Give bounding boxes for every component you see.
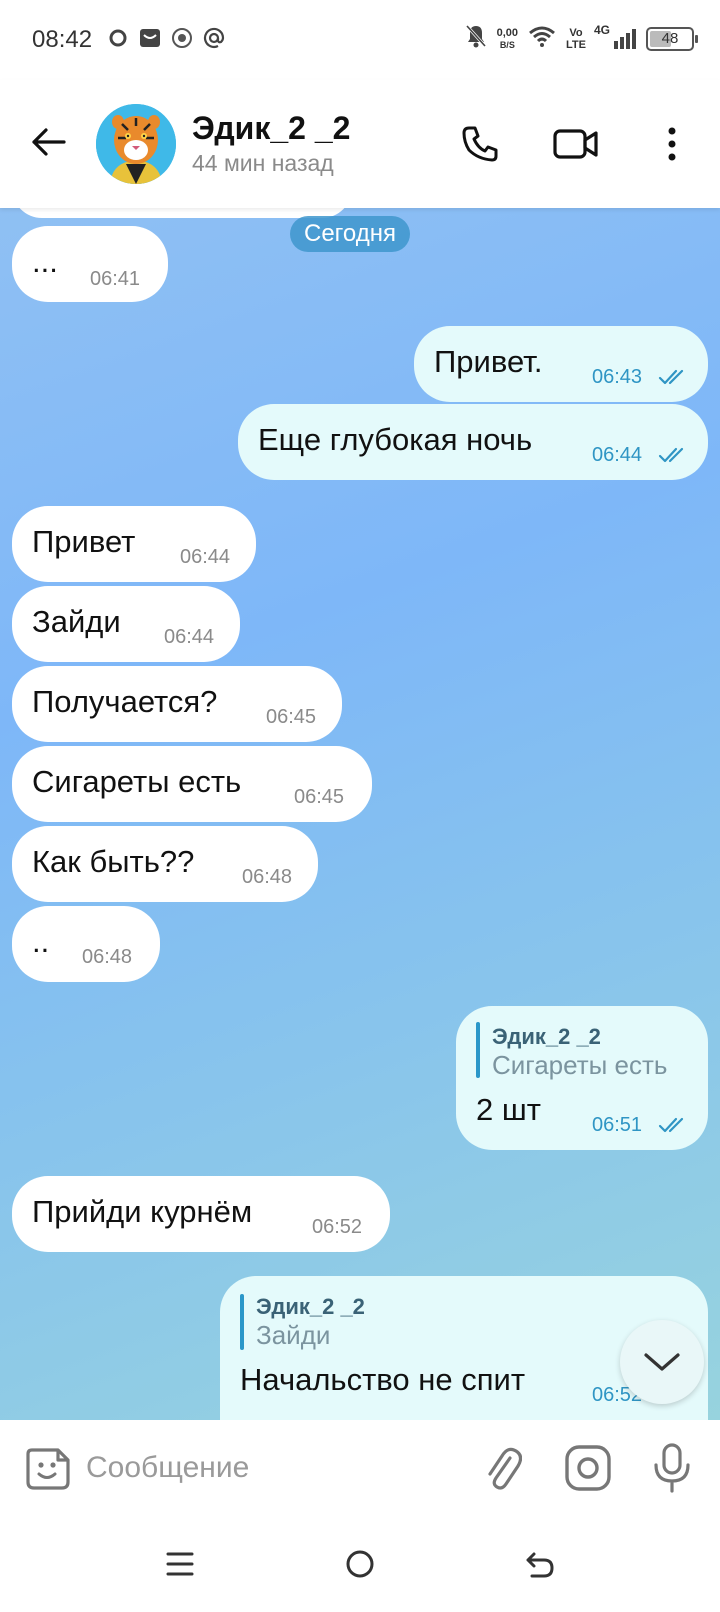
reply-quote-bar <box>476 1022 480 1078</box>
camera-button[interactable] <box>562 1442 614 1494</box>
battery-indicator: 48 <box>646 26 698 51</box>
sticker-icon <box>26 1448 70 1490</box>
message-text: .. <box>32 924 50 959</box>
tiger-avatar-icon <box>96 104 176 184</box>
reply-quote-bar <box>240 1294 244 1350</box>
message-text: Привет <box>32 524 136 559</box>
read-checks-icon <box>658 447 684 463</box>
message-bubble-incoming[interactable]: Сигареты есть 06:45 <box>12 746 372 822</box>
video-call-button[interactable] <box>550 118 602 170</box>
status-bar: 08:42 0,00 B/S Vo LTE 4G 48 <box>0 0 720 80</box>
network-speed: 0,00 B/S <box>497 27 518 51</box>
paperclip-icon <box>488 1447 522 1490</box>
status-right: 0,00 B/S Vo LTE 4G 48 <box>465 23 698 53</box>
message-input[interactable] <box>86 1446 446 1490</box>
net-speed-value: 0,00 <box>496 26 519 39</box>
signal-icon: 4G <box>594 23 636 49</box>
message-bubble-outgoing[interactable]: Еще глубокая ночь 06:44 <box>238 404 708 480</box>
message-bubble-incoming[interactable]: Как быть?? 06:48 <box>12 826 318 902</box>
message-text: Привет. <box>434 344 543 379</box>
message-time: 06:52 <box>312 1216 363 1238</box>
volte-top: Vo <box>569 26 583 39</box>
reply-quoted-text: Сигареты есть <box>492 1050 668 1080</box>
recent-apps-button[interactable] <box>156 1540 204 1588</box>
message-bubble-incoming[interactable]: .. 06:48 <box>12 906 160 982</box>
reply-author: Эдик_2 _2 <box>492 1024 601 1049</box>
message-bubble-incoming[interactable]: Привет 06:44 <box>12 506 256 582</box>
message-text: Прийди курнём <box>32 1194 253 1229</box>
message-composer <box>0 1420 720 1516</box>
message-time: 06:48 <box>82 946 133 968</box>
chat-notification-icon <box>106 26 130 50</box>
net-speed-unit: B/S <box>499 39 515 50</box>
at-sign-icon <box>202 26 226 50</box>
scroll-to-bottom-button[interactable] <box>620 1320 704 1404</box>
message-time: 06:45 <box>294 786 345 808</box>
message-time: 06:45 <box>266 706 317 728</box>
message-bubble-incoming[interactable]: ... 06:41 <box>12 226 168 302</box>
back-return-icon <box>526 1552 554 1578</box>
chat-header: Эдик_2 _2 44 мин назад <box>0 80 720 208</box>
home-button[interactable] <box>336 1540 384 1588</box>
message-time: 06:44 <box>592 444 643 466</box>
message-bubble-incoming[interactable]: Прийди курнём 06:52 <box>12 1176 390 1252</box>
attach-button[interactable] <box>476 1442 528 1494</box>
system-navigation-bar <box>0 1516 720 1612</box>
message-time: 06:44 <box>164 626 215 648</box>
microphone-icon <box>654 1443 690 1493</box>
wifi-icon <box>528 25 556 52</box>
message-text: Зайди <box>32 604 121 639</box>
notification-icons <box>106 26 226 50</box>
message-text: ... <box>32 244 58 279</box>
message-bubble-outgoing-reply[interactable]: Эдик_2 _2 Сигареты есть 2 шт 06:51 <box>456 1006 708 1150</box>
volte-indicator: Vo LTE <box>566 27 586 51</box>
chat-messages-area[interactable]: Сегодня ... 06:41 Привет. 06:43 Еще глуб… <box>0 208 720 1420</box>
mail-notification-icon <box>138 26 162 50</box>
message-bubble-incoming[interactable]: Зайди 06:44 <box>12 586 240 662</box>
last-seen-status: 44 мин назад <box>192 150 334 176</box>
voice-message-button[interactable] <box>646 1442 698 1494</box>
message-bubble-incoming[interactable]: Получается? 06:45 <box>12 666 342 742</box>
back-button[interactable] <box>26 120 70 164</box>
more-vertical-icon <box>668 127 676 161</box>
chevron-down-icon <box>644 1353 680 1371</box>
status-time: 08:42 <box>32 26 93 53</box>
read-checks-icon <box>658 369 684 385</box>
reply-quoted-text: Зайди <box>256 1320 331 1350</box>
network-type: 4G <box>594 22 611 37</box>
call-button[interactable] <box>454 118 506 170</box>
camera-icon <box>565 1445 611 1491</box>
battery-level: 48 <box>661 30 679 47</box>
mute-bell-icon <box>465 24 487 53</box>
sticker-button[interactable] <box>22 1442 74 1494</box>
reply-author: Эдик_2 _2 <box>256 1294 365 1319</box>
arrow-left-icon <box>32 128 66 156</box>
home-circle-icon <box>346 1550 374 1578</box>
menu-lines-icon <box>166 1552 194 1576</box>
message-text: Еще глубокая ночь <box>258 422 533 457</box>
back-nav-button[interactable] <box>516 1540 564 1588</box>
message-text: Как быть?? <box>32 844 195 879</box>
app-notification-icon <box>170 26 194 50</box>
message-time: 06:48 <box>242 866 293 888</box>
message-text: Сигареты есть <box>32 764 242 799</box>
message-time: 06:41 <box>90 268 141 290</box>
message-text: Начальство не спит <box>240 1362 526 1397</box>
message-text: 2 шт <box>476 1092 541 1127</box>
volte-bottom: LTE <box>566 38 586 51</box>
message-time: 06:51 <box>592 1114 643 1136</box>
message-bubble-outgoing[interactable]: Привет. 06:43 <box>414 326 708 402</box>
date-separator: Сегодня <box>290 216 410 252</box>
read-checks-icon <box>658 1117 684 1133</box>
avatar[interactable] <box>96 104 176 184</box>
chat-title[interactable]: Эдик_2 _2 <box>192 110 350 147</box>
message-time: 06:43 <box>592 366 643 388</box>
message-time: 06:44 <box>180 546 231 568</box>
video-camera-icon <box>553 129 598 159</box>
phone-icon <box>462 126 498 162</box>
message-text: Получается? <box>32 684 218 719</box>
more-options-button[interactable] <box>646 118 698 170</box>
